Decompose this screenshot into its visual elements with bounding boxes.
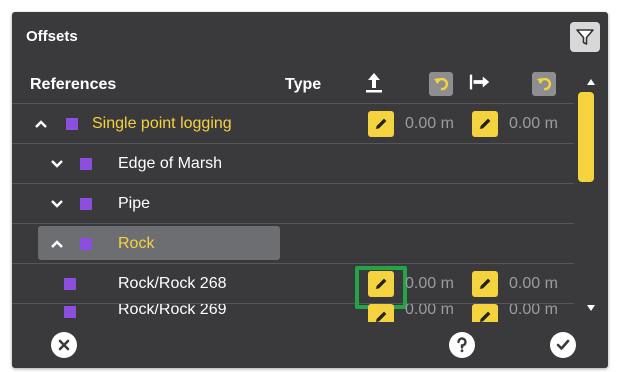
check-icon	[556, 339, 570, 350]
chevron-up-icon[interactable]	[48, 235, 66, 253]
layer-label: Single point logging	[92, 115, 232, 132]
close-button[interactable]	[51, 332, 77, 358]
layer-row[interactable]: Pipe	[12, 184, 574, 224]
selection-highlight	[38, 226, 280, 260]
type-header: Type	[285, 76, 322, 93]
scrollbar-thumb[interactable]	[578, 92, 594, 182]
pencil-icon	[480, 278, 491, 289]
layer-color-swatch	[64, 306, 76, 318]
reset-horizontal-button[interactable]	[532, 72, 556, 96]
close-icon	[58, 339, 70, 351]
scroll-down-arrow-icon[interactable]	[584, 302, 598, 314]
references-header: References	[30, 76, 117, 93]
vertical-offset-value: 0.00 m	[405, 115, 454, 132]
layer-label: Edge of Marsh	[118, 155, 223, 172]
edit-vertical-offset-button[interactable]	[368, 111, 394, 137]
layer-color-swatch	[80, 198, 92, 210]
chevron-down-icon[interactable]	[48, 195, 66, 213]
layer-color-swatch	[66, 118, 78, 130]
horizontal-offset-value: 0.00 m	[509, 275, 558, 292]
help-button[interactable]	[449, 332, 475, 358]
scrollbar[interactable]	[574, 64, 608, 322]
layer-row-selected[interactable]: Rock	[12, 224, 574, 264]
filter-button[interactable]	[570, 22, 600, 52]
horizontal-offset-value: 0.00 m	[509, 304, 558, 318]
layer-label: Pipe	[118, 195, 151, 212]
offsets-dialog: Offsets References Type Single point log…	[12, 12, 608, 368]
help-icon	[457, 337, 467, 353]
pencil-icon	[376, 118, 387, 129]
edit-horizontal-offset-button[interactable]	[472, 111, 498, 137]
point-row[interactable]: Rock/Rock 268 0.00 m 0.00 m	[12, 264, 574, 309]
point-label: Rock/Rock 269	[118, 304, 227, 318]
layer-color-swatch	[64, 278, 76, 290]
chevron-up-icon[interactable]	[32, 115, 50, 133]
edit-horizontal-offset-button[interactable]	[472, 304, 498, 322]
pencil-icon	[480, 118, 491, 129]
title-bar: Offsets	[12, 12, 608, 64]
chevron-down-icon[interactable]	[48, 155, 66, 173]
pencil-icon	[480, 311, 491, 322]
edit-vertical-offset-button[interactable]	[368, 271, 394, 297]
layer-row[interactable]: Single point logging 0.00 m 0.00 m	[12, 104, 574, 144]
vertical-offset-value: 0.00 m	[405, 304, 454, 318]
filter-icon	[576, 29, 594, 45]
vertical-offset-value: 0.00 m	[405, 275, 454, 292]
edit-vertical-offset-button[interactable]	[368, 304, 394, 322]
pencil-icon	[376, 311, 387, 322]
horizontal-offset-value: 0.00 m	[509, 115, 558, 132]
footer-bar	[12, 322, 608, 368]
horizontal-offset-icon	[468, 70, 492, 94]
point-row[interactable]: Rock/Rock 269 0.00 m 0.00 m	[12, 304, 574, 322]
layer-color-swatch	[80, 238, 92, 250]
pencil-icon	[376, 278, 387, 289]
dialog-title: Offsets	[26, 28, 78, 45]
column-header: References Type	[12, 64, 574, 104]
point-label: Rock/Rock 268	[118, 275, 227, 292]
layer-label: Rock	[118, 235, 155, 252]
undo-icon	[537, 77, 552, 91]
undo-icon	[434, 77, 449, 91]
confirm-button[interactable]	[550, 332, 576, 358]
vertical-offset-icon	[362, 70, 386, 94]
reset-vertical-button[interactable]	[429, 72, 453, 96]
layer-row[interactable]: Edge of Marsh	[12, 144, 574, 184]
scroll-up-arrow-icon[interactable]	[584, 76, 598, 88]
layer-color-swatch	[80, 158, 92, 170]
edit-horizontal-offset-button[interactable]	[472, 271, 498, 297]
